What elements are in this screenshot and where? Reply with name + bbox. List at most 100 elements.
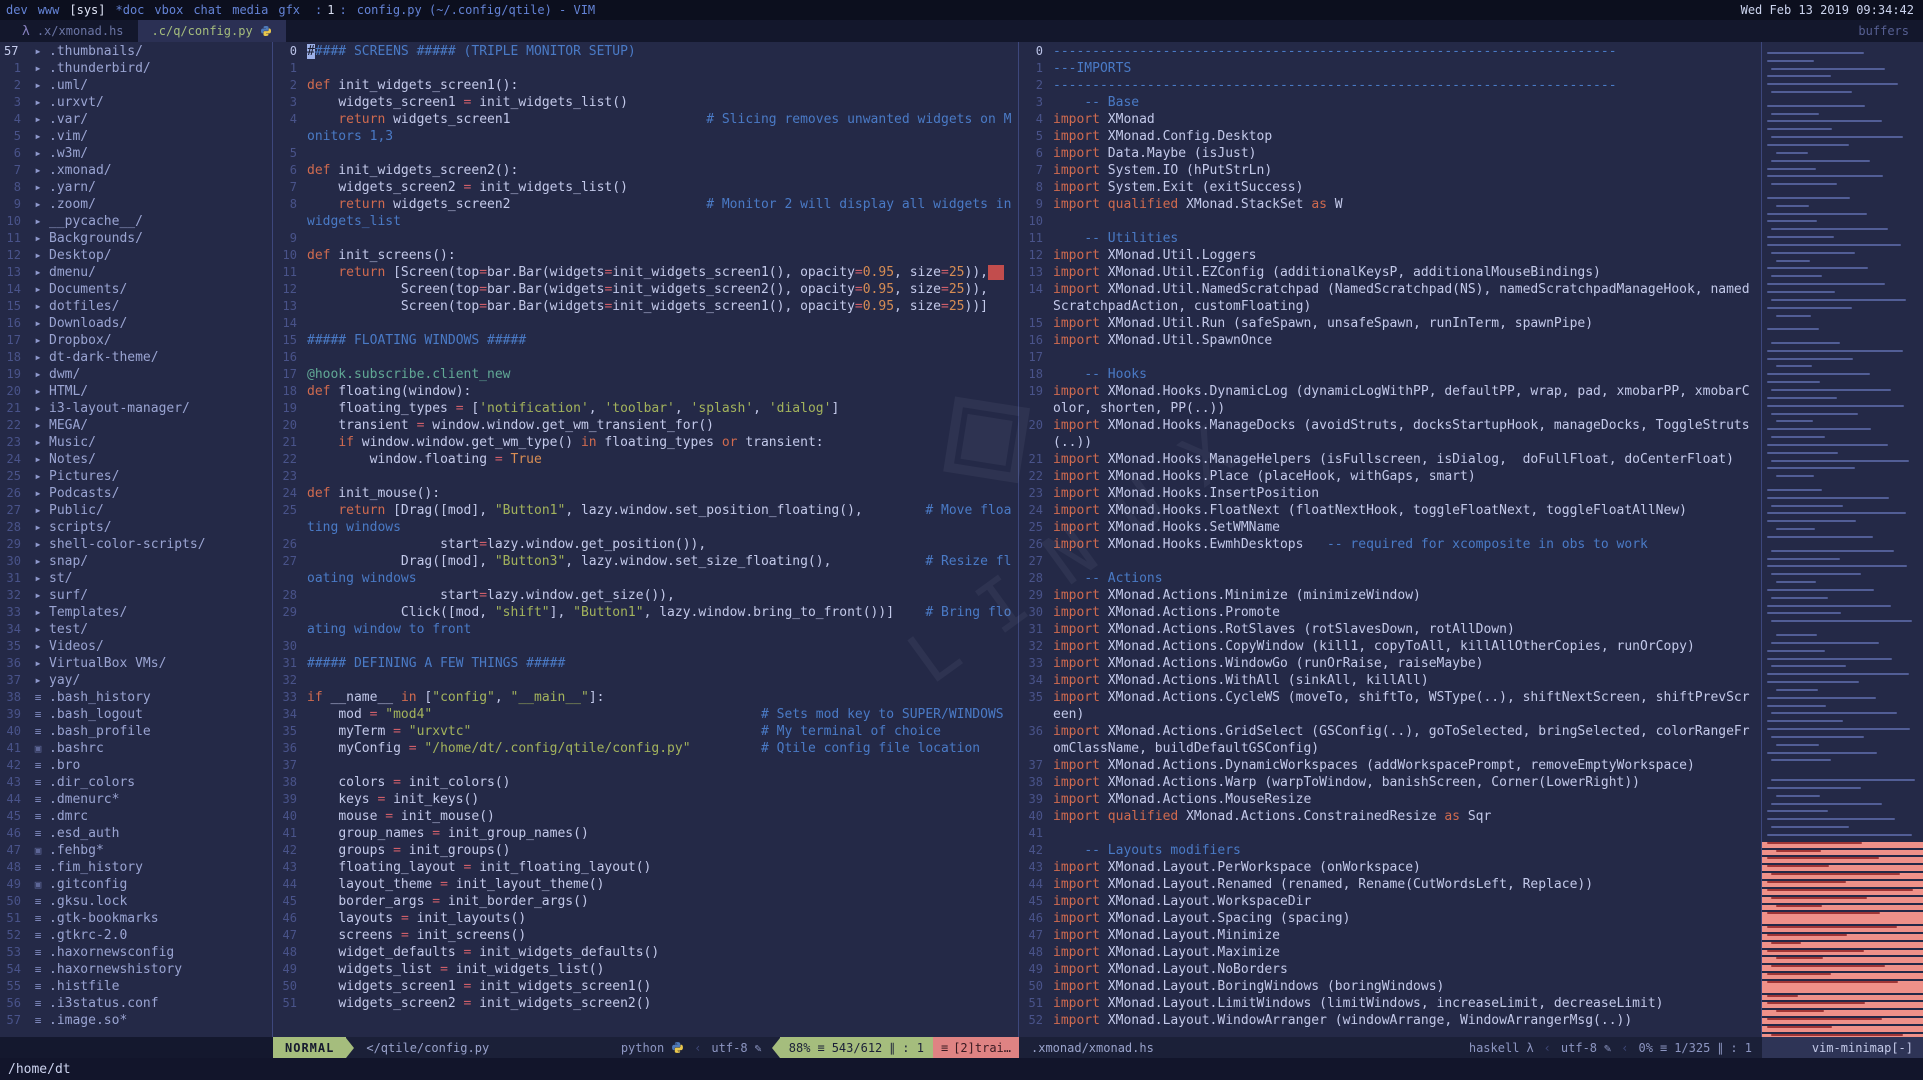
tree-item[interactable]: 24▸Notes/ — [0, 451, 272, 468]
tree-item[interactable]: 38≡.bash_history — [0, 689, 272, 706]
code-line: 21 if window.window.get_wm_type() in flo… — [273, 434, 1018, 451]
tree-item[interactable]: 55≡.histfile — [0, 978, 272, 995]
folder-icon: ▸ — [30, 400, 46, 417]
tree-item[interactable]: 46≡.esd_auth — [0, 825, 272, 842]
minimap-pane[interactable]: ~~~~~ — [1762, 42, 1923, 1037]
tree-item[interactable]: 29▸shell-color-scripts/ — [0, 536, 272, 553]
code-line: 21import XMonad.Hooks.ManageHelpers (isF… — [1019, 451, 1761, 468]
tree-item[interactable]: 18▸dt-dark-theme/ — [0, 349, 272, 366]
code-line: 10def init_screens(): — [273, 247, 1018, 264]
minimap-row — [1762, 68, 1923, 74]
tree-item[interactable]: 53≡.haxornewsconfig — [0, 944, 272, 961]
tree-item[interactable]: 3▸.urxvt/ — [0, 94, 272, 111]
tree-item[interactable]: 10▸__pycache__/ — [0, 213, 272, 230]
code-text: import XMonad.Actions.CopyWindow (kill1,… — [1053, 638, 1752, 655]
editor-pane-xmonad-hs[interactable]: 0---------------------------------------… — [1019, 42, 1761, 1037]
tree-item[interactable]: 11▸Backgrounds/ — [0, 230, 272, 247]
line-number: 22 — [273, 451, 307, 468]
tree-item[interactable]: 4▸.var/ — [0, 111, 272, 128]
tree-item[interactable]: 43≡.dir_colors — [0, 774, 272, 791]
tree-item[interactable]: 23▸Music/ — [0, 434, 272, 451]
workspace-media[interactable]: media — [232, 3, 268, 17]
workspace-chat[interactable]: chat — [193, 3, 222, 17]
tree-item[interactable]: 52≡.gtkrc-2.0 — [0, 927, 272, 944]
tree-item[interactable]: 37▸yay/ — [0, 672, 272, 689]
minimap-row — [1762, 965, 1923, 971]
tree-item-name: .thumbnails/ — [49, 43, 143, 60]
tree-item[interactable]: 13▸dmenu/ — [0, 264, 272, 281]
tree-item-name: .dmenurc* — [49, 791, 119, 808]
editor-pane-config-py[interactable]: 0##### SCREENS ##### (TRIPLE MONITOR SET… — [273, 42, 1018, 1037]
workspace-doc[interactable]: *doc — [116, 3, 145, 17]
tab-1[interactable]: λ.x/xmonad.hs — [8, 20, 138, 42]
tree-item[interactable]: 14▸Documents/ — [0, 281, 272, 298]
editor-area: 57▸.thumbnails/1▸.thunderbird/2▸.uml/3▸.… — [0, 42, 1923, 1037]
minimap-row — [1762, 803, 1923, 809]
code-text: def init_widgets_screen1(): — [307, 77, 1013, 94]
tree-item[interactable]: 32▸surf/ — [0, 587, 272, 604]
tree-item[interactable]: 2▸.uml/ — [0, 77, 272, 94]
line-number: 31 — [1019, 621, 1053, 638]
tree-item[interactable]: 42≡.bro — [0, 757, 272, 774]
file-icon: ≡ — [30, 791, 46, 808]
tree-item[interactable]: 30▸snap/ — [0, 553, 272, 570]
tree-item[interactable]: 41▣.bashrc — [0, 740, 272, 757]
tree-item[interactable]: 16▸Downloads/ — [0, 315, 272, 332]
code-line: 46 layouts = init_layouts() — [273, 910, 1018, 927]
tree-item[interactable]: 35▸Videos/ — [0, 638, 272, 655]
line-number: 7 — [273, 179, 307, 196]
line-number: 39 — [273, 791, 307, 808]
tree-item[interactable]: 44≡.dmenurc* — [0, 791, 272, 808]
tree-item[interactable]: 56≡.i3status.conf — [0, 995, 272, 1012]
workspace-www[interactable]: www — [38, 3, 60, 17]
tree-item[interactable]: 57▸.thumbnails/ — [0, 43, 272, 60]
tree-item[interactable]: 26▸Podcasts/ — [0, 485, 272, 502]
tree-item[interactable]: 5▸.vim/ — [0, 128, 272, 145]
tree-item[interactable]: 54≡.haxornewshistory — [0, 961, 272, 978]
tree-item[interactable]: 9▸.zoom/ — [0, 196, 272, 213]
tree-item[interactable]: 45≡.dmrc — [0, 808, 272, 825]
tree-item[interactable]: 15▸dotfiles/ — [0, 298, 272, 315]
tree-item[interactable]: 57≡.image.so* — [0, 1012, 272, 1029]
minimap-row — [1762, 934, 1923, 940]
tree-item[interactable]: 22▸MEGA/ — [0, 417, 272, 434]
minimap-row — [1762, 834, 1923, 840]
tree-item[interactable]: 40≡.bash_profile — [0, 723, 272, 740]
tree-item[interactable]: 50≡.gksu.lock — [0, 893, 272, 910]
workspace-vbox[interactable]: vbox — [154, 3, 183, 17]
code-line: 32import XMonad.Actions.CopyWindow (kill… — [1019, 638, 1761, 655]
tab-2[interactable]: .c/q/config.py — [138, 20, 286, 42]
code-text: import XMonad.Actions.RotSlaves (rotSlav… — [1053, 621, 1752, 638]
tree-item[interactable]: 25▸Pictures/ — [0, 468, 272, 485]
tree-item[interactable]: 51≡.gtk-bookmarks — [0, 910, 272, 927]
position-segment: 88% ≡ 543/612 ∥ : 1 — [780, 1037, 933, 1058]
tree-item[interactable]: 34▸test/ — [0, 621, 272, 638]
code-line: 42 groups = init_groups() — [273, 842, 1018, 859]
workspace-dev[interactable]: dev — [6, 3, 28, 17]
workspace-sys[interactable]: [sys] — [69, 3, 105, 17]
workspace-gfx[interactable]: gfx — [278, 3, 300, 17]
tree-item[interactable]: 36▸VirtualBox VMs/ — [0, 655, 272, 672]
tree-item[interactable]: 49▣.gitconfig — [0, 876, 272, 893]
tree-item[interactable]: 31▸st/ — [0, 570, 272, 587]
tree-item[interactable]: 28▸scripts/ — [0, 519, 272, 536]
tree-item[interactable]: 6▸.w3m/ — [0, 145, 272, 162]
tree-item[interactable]: 47▣.fehbg* — [0, 842, 272, 859]
tree-item[interactable]: 7▸.xmonad/ — [0, 162, 272, 179]
code-text: def init_mouse(): — [307, 485, 1013, 502]
code-text — [307, 638, 1013, 655]
tree-item[interactable]: 48≡.fim_history — [0, 859, 272, 876]
tree-item[interactable]: 27▸Public/ — [0, 502, 272, 519]
tree-item[interactable]: 33▸Templates/ — [0, 604, 272, 621]
file-tree-pane[interactable]: 57▸.thumbnails/1▸.thunderbird/2▸.uml/3▸.… — [0, 42, 272, 1037]
tree-item[interactable]: 39≡.bash_logout — [0, 706, 272, 723]
tree-item[interactable]: 21▸i3-layout-manager/ — [0, 400, 272, 417]
tree-item[interactable]: 1▸.thunderbird/ — [0, 60, 272, 77]
line-number: 48 — [1019, 944, 1053, 961]
active-statusline: NORMAL </qtile/config.py python ‹ utf-8 … — [273, 1037, 1019, 1058]
tree-item[interactable]: 19▸dwm/ — [0, 366, 272, 383]
tree-item[interactable]: 20▸HTML/ — [0, 383, 272, 400]
tree-item[interactable]: 17▸Dropbox/ — [0, 332, 272, 349]
tree-item[interactable]: 8▸.yarn/ — [0, 179, 272, 196]
tree-item[interactable]: 12▸Desktop/ — [0, 247, 272, 264]
